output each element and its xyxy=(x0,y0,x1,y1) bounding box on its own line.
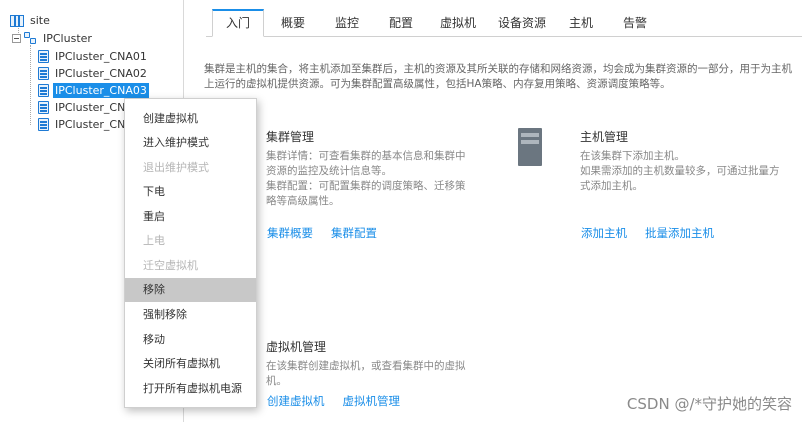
cluster-links: 集群概要 集群配置 xyxy=(267,225,377,241)
tree-node-label: site xyxy=(30,14,50,27)
section-description: 在该集群创建虚拟机，或查看集群中的虚拟 机。 xyxy=(266,359,496,389)
intro-line: 集群是主机的集合，将主机添加至集群后，主机的资源及其所关联的存储和网络资源，均会… xyxy=(204,63,792,75)
tree-node-label: IPCluster_CNA xyxy=(55,101,133,114)
tree-node-host[interactable]: IPCluster_CNA01 xyxy=(38,48,149,65)
vm-management-link[interactable]: 虚拟机管理 xyxy=(343,393,401,409)
intro-text: 集群是主机的集合，将主机添加至集群后，主机的资源及其所关联的存储和网络资源，均会… xyxy=(204,62,804,92)
menu-item-power-off[interactable]: 下电 xyxy=(125,180,256,204)
description-line: 资源的监控及统计信息等。 xyxy=(266,165,392,177)
menu-item-exit-maintenance: 退出维护模式 xyxy=(143,161,209,174)
host-links: 添加主机 批量添加主机 xyxy=(581,225,714,241)
tab-configure[interactable]: 配置 xyxy=(378,9,424,37)
menu-item-evacuate-vms: 迁空虚拟机 xyxy=(143,259,198,272)
section-title: 集群管理 xyxy=(266,130,315,144)
tree-guide-line xyxy=(30,45,31,125)
host-management-section: 主机管理 在该集群下添加主机。 如果需添加的主机数量较多，可通过批量方 式添加主… xyxy=(580,128,805,194)
cluster-summary-link[interactable]: 集群概要 xyxy=(267,225,313,241)
tree-node-label: IPCluster_CNA02 xyxy=(55,67,147,80)
tree-node-host[interactable]: IPCluster_CNA xyxy=(38,116,135,133)
host-icon xyxy=(38,118,49,131)
menu-item-power-on-all-vms[interactable]: 打开所有虚拟机电源 xyxy=(125,377,256,401)
server-icon xyxy=(518,128,548,168)
menu-item-force-remove[interactable]: 强制移除 xyxy=(125,303,256,327)
main-panel: 入门 概要 监控 配置 虚拟机 设备资源 主机 告警 集群是主机的集合，将主机添… xyxy=(192,0,808,422)
watermark: CSDN @/*守护她的笑容 xyxy=(626,395,792,413)
intro-line: 上运行的虚拟机提供资源。可为集群配置高级属性，包括HA策略、内存复用策略、资源调… xyxy=(204,78,671,90)
batch-add-host-link[interactable]: 批量添加主机 xyxy=(645,225,714,241)
context-menu: 创建虚拟机 进入维护模式 退出维护模式 下电 重启 上电 迁空虚拟机 移除 强制… xyxy=(124,98,257,408)
menu-item-power-on: 上电 xyxy=(143,234,165,247)
tab-bar: 入门 概要 监控 配置 虚拟机 设备资源 主机 告警 xyxy=(206,9,802,37)
vm-links: 创建虚拟机 虚拟机管理 xyxy=(267,393,400,409)
menu-item-move[interactable]: 移动 xyxy=(125,328,256,352)
host-icon xyxy=(38,101,49,114)
datacenter-icon xyxy=(10,14,24,27)
description-line: 在该集群下添加主机。 xyxy=(580,150,685,162)
menu-item-restart[interactable]: 重启 xyxy=(125,205,256,229)
vm-management-section: 虚拟机管理 在该集群创建虚拟机，或查看集群中的虚拟 机。 xyxy=(266,338,496,389)
tab-vms[interactable]: 虚拟机 xyxy=(432,9,484,37)
section-description: 集群详情：可查看集群的基本信息和集群中 资源的监控及统计信息等。 集群配置：可配… xyxy=(266,149,486,209)
description-line: 集群配置：可配置集群的调度策略、迁移策 xyxy=(266,180,466,192)
collapse-toggle-icon[interactable] xyxy=(12,34,21,43)
cluster-config-link[interactable]: 集群配置 xyxy=(331,225,377,241)
tab-monitor[interactable]: 监控 xyxy=(324,9,370,37)
tab-getting-started[interactable]: 入门 xyxy=(212,9,264,37)
add-host-link[interactable]: 添加主机 xyxy=(581,225,627,241)
tab-summary[interactable]: 概要 xyxy=(270,9,316,37)
cluster-icon xyxy=(24,32,37,45)
menu-item-remove[interactable]: 移除 xyxy=(125,278,256,302)
tree-node-host[interactable]: IPCluster_CNA02 xyxy=(38,65,149,82)
host-icon xyxy=(38,84,49,97)
section-description: 在该集群下添加主机。 如果需添加的主机数量较多，可通过批量方 式添加主机。 xyxy=(580,149,805,194)
description-line: 如果需添加的主机数量较多，可通过批量方 xyxy=(580,165,780,177)
menu-item-enter-maintenance[interactable]: 进入维护模式 xyxy=(125,131,256,155)
tree-node-label: IPCluster_CNA01 xyxy=(55,50,147,63)
section-title: 虚拟机管理 xyxy=(266,340,327,354)
create-vm-link[interactable]: 创建虚拟机 xyxy=(267,393,325,409)
description-line: 式添加主机。 xyxy=(580,180,643,192)
tree-node-label: IPCluster_CNA03 xyxy=(53,83,149,98)
menu-item-create-vm[interactable]: 创建虚拟机 xyxy=(125,107,256,131)
tree-node-label: IPCluster_CNA xyxy=(55,118,133,131)
tab-hosts[interactable]: 主机 xyxy=(558,9,604,37)
section-title: 主机管理 xyxy=(580,130,629,144)
host-icon xyxy=(38,50,49,63)
tree-node-site[interactable]: site xyxy=(10,12,52,29)
cluster-management-section: 集群管理 集群详情：可查看集群的基本信息和集群中 资源的监控及统计信息等。 集群… xyxy=(266,128,486,209)
tab-device-resources[interactable]: 设备资源 xyxy=(488,9,556,37)
description-line: 在该集群创建虚拟机，或查看集群中的虚拟 xyxy=(266,360,466,372)
tab-alarms[interactable]: 告警 xyxy=(612,9,658,37)
host-icon xyxy=(38,67,49,80)
tree-node-host[interactable]: IPCluster_CNA xyxy=(38,99,135,116)
description-line: 略等高级属性。 xyxy=(266,195,340,207)
description-line: 集群详情：可查看集群的基本信息和集群中 xyxy=(266,150,466,162)
tree-node-label: IPCluster xyxy=(43,32,92,45)
tree-node-cluster[interactable]: IPCluster xyxy=(12,30,94,47)
tree-node-host-selected[interactable]: IPCluster_CNA03 xyxy=(38,82,149,99)
menu-item-shutdown-all-vms[interactable]: 关闭所有虚拟机 xyxy=(125,352,256,376)
description-line: 机。 xyxy=(266,375,287,387)
